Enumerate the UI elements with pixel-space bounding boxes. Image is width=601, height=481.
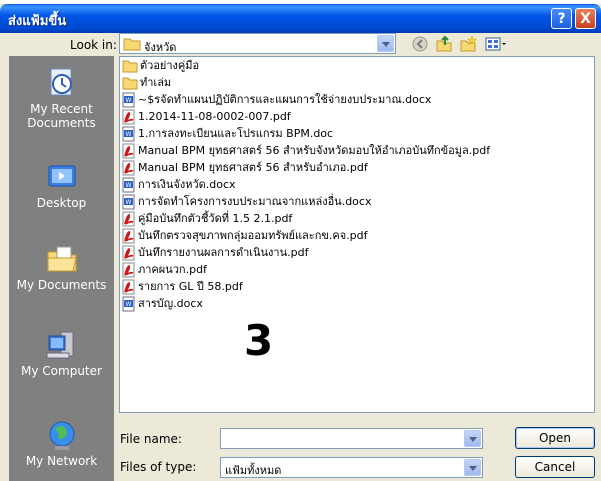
pdf-icon — [122, 211, 135, 227]
views-icon — [485, 37, 506, 51]
file-type-select[interactable]: แฟ้มทั้งหมด — [220, 457, 483, 478]
list-item[interactable]: Manual BPM ยุทธศาสตร์ 56 สำหรับจังหวัดมอ… — [122, 142, 490, 160]
file-name: บันทึกตรวจสุขภาพกลุ่มออมทรัพย์และกข.คจ.p… — [138, 229, 368, 242]
list-item[interactable]: W 1.การลงทะเบียนและโปรแกรม BPM.doc — [122, 125, 333, 143]
word-doc-icon: W — [122, 296, 135, 312]
file-list[interactable]: ตัวอย่างคู่มือ ทำเล่ม W ~$รจัดทำแผนปฏิบัต… — [119, 56, 595, 413]
up-folder-icon — [436, 35, 452, 52]
desktop-icon — [48, 165, 75, 187]
back-button[interactable] — [410, 35, 430, 53]
file-type-value: แฟ้มทั้งหมด — [225, 464, 282, 477]
pdf-icon — [122, 109, 135, 125]
recent-documents-icon — [50, 68, 72, 96]
list-item[interactable]: W สารบัญ.docx — [122, 295, 203, 313]
look-in-dropdown[interactable]: จังหวัด — [119, 33, 396, 54]
new-folder-button[interactable] — [458, 35, 478, 53]
pdf-icon — [122, 262, 135, 278]
places-bar: My Recent Documents Desktop My Documents… — [9, 56, 114, 481]
pdf-icon — [122, 160, 135, 176]
file-name: การจัดทำโครงการงบประมาณจากแหล่งอื่น.docx — [138, 195, 372, 208]
file-name: ตัวอย่างคู่มือ — [140, 59, 200, 72]
pdf-icon — [122, 228, 135, 244]
file-name: การเงินจังหวัด.docx — [138, 178, 236, 191]
look-in-value: จังหวัด — [144, 41, 177, 54]
list-item[interactable]: W การเงินจังหวัด.docx — [122, 176, 236, 194]
file-name: สารบัญ.docx — [138, 297, 203, 310]
list-item[interactable]: บันทึกตรวจสุขภาพกลุ่มออมทรัพย์และกข.คจ.p… — [122, 227, 368, 245]
file-name: ทำเล่ม — [140, 76, 172, 89]
file-name: รายการ GL ปี 58.pdf — [138, 280, 243, 293]
dialog-title: ส่งแฟ้มขึ้น — [8, 14, 67, 29]
chevron-down-icon[interactable] — [377, 35, 394, 52]
list-item[interactable]: คู่มือบันทึกตัวชี้วัดที่ 1.5 2.1.pdf — [122, 210, 292, 228]
file-name: 1.2014-11-08-0002-007.pdf — [138, 110, 291, 123]
list-item[interactable]: รายการ GL ปี 58.pdf — [122, 278, 243, 296]
step-number-annotation: 3 — [244, 316, 274, 365]
my-documents-icon — [47, 246, 77, 272]
pdf-icon — [122, 143, 135, 159]
place-label: Desktop — [36, 196, 87, 210]
svg-text:W: W — [126, 182, 132, 189]
file-name: บันทึกรายงานผลการดำเนินงาน.pdf — [138, 246, 309, 259]
network-icon — [49, 421, 74, 450]
file-name: Manual BPM ยุทธศาสตร์ 56 สำหรับจังหวัดมอ… — [138, 144, 491, 157]
pdf-icon — [122, 279, 135, 295]
pdf-icon — [122, 245, 135, 261]
list-item[interactable]: W การจัดทำโครงการงบประมาณจากแหล่งอื่น.doc… — [122, 193, 371, 211]
place-label: My Documents — [16, 278, 107, 292]
place-label: My Network — [25, 454, 98, 468]
list-item[interactable]: 1.2014-11-08-0002-007.pdf — [122, 108, 291, 126]
list-item[interactable]: บันทึกรายงานผลการดำเนินงาน.pdf — [122, 244, 308, 262]
place-label: My Recent Documents — [27, 102, 96, 130]
place-label: My Computer — [21, 364, 102, 378]
word-doc-icon: W — [122, 126, 135, 142]
chevron-down-icon[interactable] — [464, 459, 481, 476]
file-name-label: File name: — [120, 432, 182, 446]
folder-icon — [122, 60, 138, 73]
file-name: คู่มือบันทึกตัวชี้วัดที่ 1.5 2.1.pdf — [138, 212, 293, 225]
file-name-input[interactable] — [220, 428, 483, 449]
back-arrow-icon — [412, 36, 428, 52]
folder-icon — [122, 77, 138, 90]
list-item[interactable]: Manual BPM ยุทธศาสตร์ 56 สำหรับอำเภอ.pdf — [122, 159, 368, 177]
place-desktop[interactable]: Desktop — [9, 160, 114, 210]
file-name: Manual BPM ยุทธศาสตร์ 56 สำหรับอำเภอ.pdf — [138, 161, 368, 174]
file-name: 1.การลงทะเบียนและโปรแกรม BPM.doc — [138, 127, 334, 140]
file-type-label: Files of type: — [120, 460, 197, 474]
place-my-network[interactable]: My Network — [9, 418, 114, 468]
place-my-recent-documents[interactable]: My Recent Documents — [9, 66, 114, 130]
svg-text:W: W — [126, 131, 132, 138]
help-button[interactable]: ? — [551, 8, 572, 29]
look-in-label: Look in: — [70, 38, 117, 52]
file-name: ~$รจัดทำแผนปฏิบัติการและแผนการใช้จ่ายงบป… — [138, 93, 432, 106]
open-button[interactable]: Open — [515, 427, 595, 449]
place-my-documents[interactable]: My Documents — [9, 242, 114, 292]
word-doc-icon: W — [122, 177, 135, 193]
views-menu-button[interactable] — [483, 35, 509, 53]
folder-icon — [123, 38, 141, 51]
place-my-computer[interactable]: My Computer — [9, 328, 114, 378]
list-item[interactable]: ทำเล่ม — [122, 74, 171, 92]
list-item[interactable]: ตัวอย่างคู่มือ — [122, 57, 199, 75]
up-folder-button[interactable] — [434, 35, 454, 53]
svg-text:W: W — [126, 199, 132, 206]
list-item[interactable]: W ~$รจัดทำแผนปฏิบัติการและแผนการใช้จ่ายงบ… — [122, 91, 431, 109]
close-button[interactable]: X — [575, 8, 596, 29]
svg-text:W: W — [126, 97, 132, 104]
file-name: ภาคผนวก.pdf — [138, 263, 207, 276]
title-bar[interactable]: ส่งแฟ้มขึ้น ? X — [0, 4, 601, 33]
word-doc-icon: W — [122, 92, 135, 108]
list-item[interactable]: ภาคผนวก.pdf — [122, 261, 207, 279]
new-folder-icon — [460, 35, 477, 52]
chevron-down-icon[interactable] — [464, 430, 481, 447]
file-upload-dialog: ส่งแฟ้มขึ้น ? X Look in: จังหวัด My Rece… — [0, 4, 601, 481]
my-computer-icon — [46, 331, 73, 359]
svg-text:W: W — [126, 301, 132, 308]
cancel-button[interactable]: Cancel — [515, 456, 595, 478]
word-doc-icon: W — [122, 194, 135, 210]
